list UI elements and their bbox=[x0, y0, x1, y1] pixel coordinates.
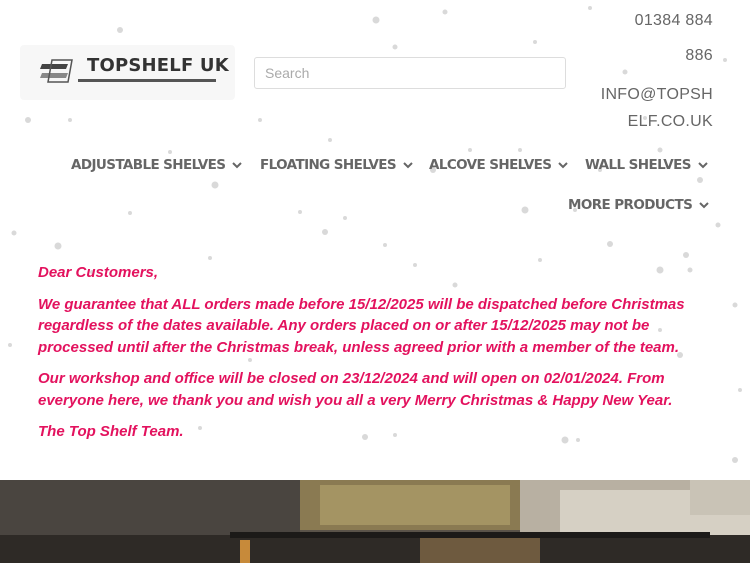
site-logo[interactable]: TOPSHELF UK bbox=[20, 45, 235, 100]
search-input[interactable] bbox=[254, 57, 566, 89]
chevron-down-icon bbox=[698, 162, 708, 169]
shelf-logo-icon bbox=[40, 59, 73, 83]
notice-signoff: The Top Shelf Team. bbox=[38, 423, 184, 440]
nav-item-wall-shelves[interactable]: WALL SHELVES bbox=[585, 157, 709, 173]
notice-greeting: Dear Customers, bbox=[38, 264, 159, 281]
christmas-notice: Dear Customers, We guarantee that ALL or… bbox=[38, 262, 718, 453]
nav-item-label: WALL SHELVES bbox=[585, 157, 691, 173]
hero-image bbox=[0, 480, 750, 563]
notice-paragraph-dispatch: We guarantee that ALL orders made before… bbox=[38, 295, 685, 356]
notice-paragraph-closure: Our workshop and office will be closed o… bbox=[38, 370, 673, 409]
email-address-line1[interactable]: INFO@TOPSH bbox=[601, 86, 713, 104]
nav-item-label: FLOATING SHELVES bbox=[260, 157, 397, 173]
nav-item-label: ALCOVE SHELVES bbox=[429, 157, 552, 173]
nav-item-more-products[interactable]: MORE PRODUCTS bbox=[568, 197, 710, 213]
nav-item-adjustable-shelves[interactable]: ADJUSTABLE SHELVES bbox=[71, 157, 243, 173]
phone-number-line2[interactable]: 886 bbox=[685, 47, 713, 65]
email-address-line2[interactable]: ELF.CO.UK bbox=[628, 113, 713, 131]
phone-number-line1[interactable]: 01384 884 bbox=[635, 12, 713, 30]
chevron-down-icon bbox=[403, 162, 413, 169]
chevron-down-icon bbox=[558, 162, 569, 169]
nav-item-label: ADJUSTABLE SHELVES bbox=[71, 157, 226, 173]
logo-underline bbox=[78, 79, 216, 82]
nav-item-floating-shelves[interactable]: FLOATING SHELVES bbox=[260, 157, 414, 173]
chevron-down-icon bbox=[232, 162, 243, 169]
logo-text: TOPSHELF UK bbox=[87, 55, 229, 76]
hero-scene bbox=[0, 480, 750, 563]
nav-item-label: MORE PRODUCTS bbox=[568, 197, 693, 213]
chevron-down-icon bbox=[699, 202, 709, 209]
nav-item-alcove-shelves[interactable]: ALCOVE SHELVES bbox=[429, 157, 569, 173]
